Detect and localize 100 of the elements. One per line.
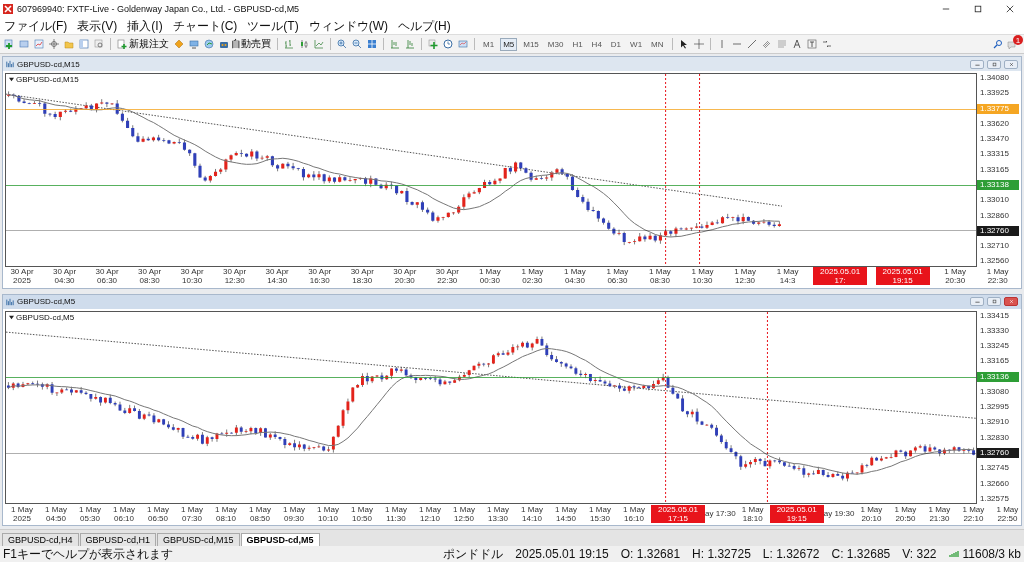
- maximize-icon: [974, 5, 982, 13]
- text-label-button[interactable]: [805, 36, 818, 52]
- status-field: L: 1.32672: [762, 547, 820, 561]
- diamond-icon: [174, 39, 184, 49]
- restore-button[interactable]: [987, 297, 1001, 306]
- chart-tab[interactable]: GBPUSD-cd,M15: [157, 533, 240, 546]
- crosshair-button[interactable]: [48, 36, 60, 52]
- price-axis-label: 1.32560: [979, 256, 1010, 267]
- plus-icon: [428, 39, 438, 49]
- price-axis-label: 1.33470: [979, 134, 1010, 145]
- time-marker-label: 2025.05.01 17:15: [651, 504, 705, 523]
- time-axis-label: 1 May 10:10: [316, 504, 340, 523]
- price-line-label: 1.33775: [977, 103, 1019, 114]
- timeframe-button[interactable]: W1: [627, 37, 646, 51]
- time-axis-label: 30 Apr 06:30: [94, 267, 120, 285]
- chat-icon[interactable]: [1007, 40, 1017, 50]
- price-axis-label: 1.32830: [979, 432, 1010, 443]
- time-axis-label: 1 May 22:50: [995, 504, 1019, 523]
- chart-plot-area[interactable]: GBPUSD-cd,M5: [5, 310, 977, 504]
- price-axis-label: 1.33330: [979, 325, 1010, 336]
- timeframe-button[interactable]: H1: [569, 37, 586, 51]
- grid-icon: [367, 39, 377, 49]
- price-axis-label: 1.33925: [979, 88, 1010, 99]
- menu-item[interactable]: 挿入(I): [127, 17, 163, 35]
- time-axis-label: 1 May 22:30: [985, 267, 1010, 285]
- time-axis-label: 1 May 09:30: [282, 504, 306, 523]
- price-axis-label: 1.32910: [979, 417, 1010, 428]
- auto-trading-button[interactable]: 自動売買: [218, 36, 272, 52]
- panel-icon: [79, 39, 89, 49]
- price-axis-label: 1.32860: [979, 210, 1010, 221]
- app-logo-icon: [3, 4, 13, 14]
- chart-plot-area[interactable]: GBPUSD-cd,M15: [5, 73, 977, 267]
- price-axis-label: 1.32575: [979, 493, 1010, 504]
- crosshair-icon: [693, 39, 704, 49]
- globe-button[interactable]: [203, 36, 215, 52]
- time-axis-label: 1 May 14:50: [554, 504, 578, 523]
- time-axis-label: 1 May 07:30: [180, 504, 204, 523]
- price-axis-label: 1.32660: [979, 478, 1010, 489]
- panel-button[interactable]: [78, 36, 90, 52]
- trend-line-icon: [746, 39, 757, 49]
- time-axis-label: 1 May 06:50: [146, 504, 170, 523]
- price-axis-label: 1.33415: [979, 310, 1010, 321]
- price-axis-label: 1.33010: [979, 195, 1010, 206]
- timeframe-button[interactable]: M1: [480, 37, 498, 51]
- time-axis-label: 1 May 06:10: [112, 504, 136, 523]
- timeframe-button[interactable]: M15: [520, 37, 542, 51]
- monitor-icon: [189, 39, 199, 49]
- status-field: H: 1.32725: [692, 547, 751, 561]
- menu-item[interactable]: チャート(C): [172, 17, 238, 35]
- close-icon: [1007, 61, 1015, 67]
- triangle-icon: [9, 314, 14, 320]
- time-axis-label: 1 May 14:3: [775, 267, 800, 285]
- time-axis-label: 1 May 10:50: [350, 504, 374, 523]
- time-axis-label: 1 May 11:30: [384, 504, 408, 523]
- timeframe-button[interactable]: M5: [500, 37, 518, 51]
- periods-button[interactable]: [442, 36, 454, 52]
- time-marker-label: 2025.05.01 19:15: [875, 267, 930, 285]
- timeframe-button[interactable]: D1: [607, 37, 625, 51]
- status-field: 2025.05.01 19:15: [515, 547, 609, 561]
- time-axis-label: 1 May 04:50: [44, 504, 68, 523]
- chart-symbol-label: GBPUSD-cd,M15: [16, 75, 79, 84]
- minimize-button[interactable]: [970, 297, 984, 306]
- time-axis-label: 30 Apr 08:30: [137, 267, 163, 285]
- time-axis-label: 30 Apr 14:30: [264, 267, 290, 285]
- menu-item[interactable]: ウィンドウ(W): [308, 17, 388, 35]
- time-axis-label: ay 19:30: [823, 509, 855, 518]
- status-field: C: 1.32685: [831, 547, 891, 561]
- text-label-icon: [806, 39, 817, 49]
- chart-window-title: GBPUSD-cd,M5: [17, 297, 77, 306]
- menu-item[interactable]: ファイル(F): [4, 17, 68, 35]
- time-axis-label: 30 Apr 22:30: [434, 267, 460, 285]
- price-axis-label: 1.33080: [979, 386, 1010, 397]
- timeframe-button[interactable]: H4: [588, 37, 605, 51]
- restore-button[interactable]: [987, 59, 1001, 69]
- indicators-button[interactable]: [427, 36, 439, 52]
- letter-icon: [791, 39, 802, 49]
- new-order-button[interactable]: 新規注文: [116, 36, 170, 52]
- plus-button[interactable]: [3, 36, 15, 52]
- clock-icon: [443, 39, 453, 49]
- close-button[interactable]: [1004, 297, 1018, 306]
- menu-item[interactable]: ヘルプ(H): [398, 17, 451, 35]
- chart-window-button[interactable]: [33, 36, 45, 52]
- minimize-button[interactable]: [970, 59, 984, 69]
- status-symbol: ポンドドル: [443, 545, 504, 562]
- timeframe-button[interactable]: MN: [648, 37, 667, 51]
- chart-tab[interactable]: GBPUSD-cd,H1: [79, 533, 157, 546]
- chart-tab[interactable]: GBPUSD-cd,M5: [240, 533, 320, 546]
- menu-item[interactable]: 表示(V): [77, 17, 118, 35]
- time-axis-label: 1 May 08:30: [648, 267, 672, 285]
- time-axis-label: 30 Apr 20:30: [392, 267, 418, 285]
- chart-tab[interactable]: GBPUSD-cd,H4: [2, 533, 79, 546]
- minimize-icon: [973, 299, 981, 304]
- status-field: V: 322: [902, 547, 937, 561]
- menu-item[interactable]: ツール(T): [247, 17, 299, 35]
- zoom-out-icon: [352, 39, 362, 49]
- time-axis-label: 1 May 08:10: [214, 504, 238, 523]
- restore-icon: [990, 299, 998, 304]
- minimize-icon: [942, 5, 950, 13]
- time-axis-label: 1 May 20:10: [859, 504, 884, 523]
- timeframe-button[interactable]: M30: [544, 37, 567, 51]
